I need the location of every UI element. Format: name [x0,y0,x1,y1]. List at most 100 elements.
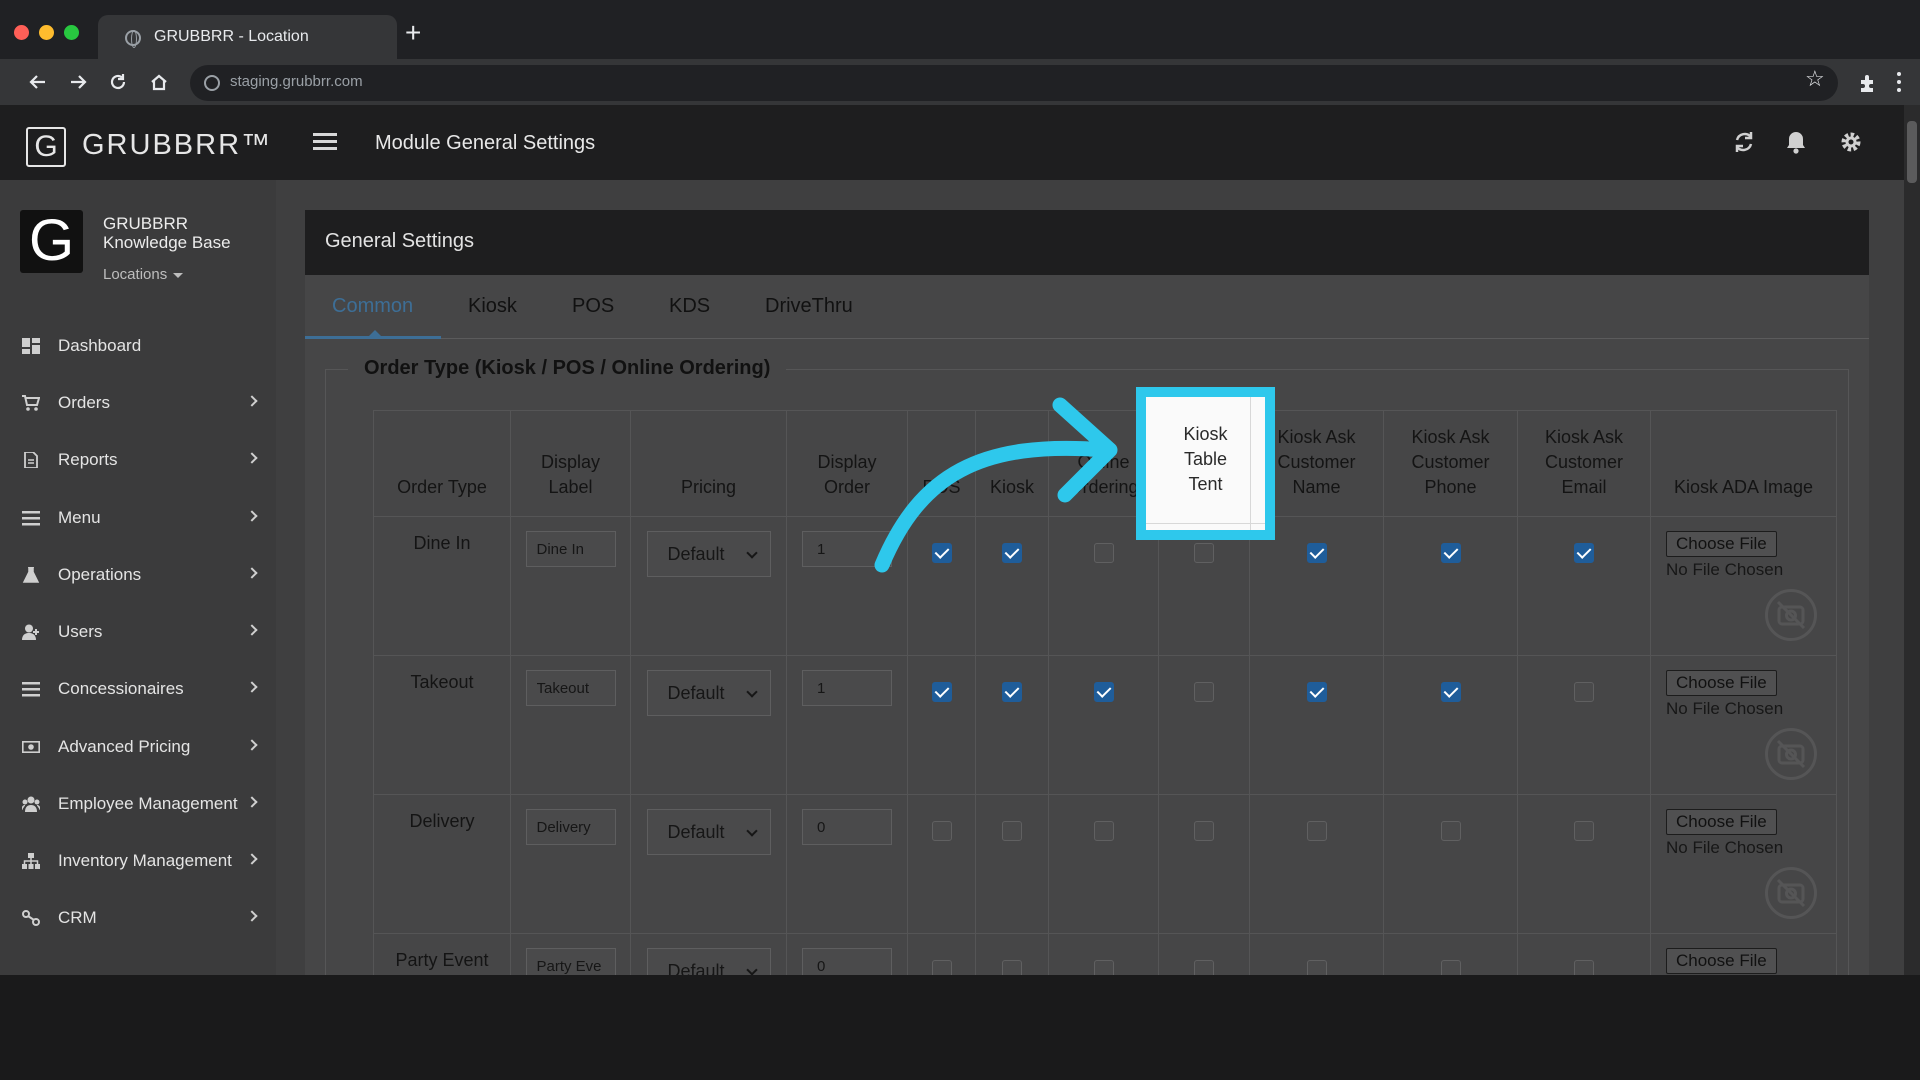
choose-file-button[interactable]: Choose File [1666,531,1777,557]
ask-name-checkbox[interactable] [1306,821,1327,841]
chevron-down-icon [745,547,758,559]
sitemap-icon [22,853,40,869]
arrow-right-icon [71,75,87,89]
pricing-select[interactable]: Default [646,809,771,855]
minimize-window-button[interactable] [39,25,54,40]
address-bar[interactable]: staging.grubbrr.com [190,65,1838,101]
table-tent-checkbox[interactable] [1194,682,1214,702]
maximize-window-button[interactable] [64,25,79,40]
user-add-icon [22,624,39,640]
cell-kiosk [975,794,1049,934]
ask-name-checkbox[interactable] [1306,682,1327,702]
page-title: Module General Settings [375,132,596,154]
sidebar-item-inventory-management[interactable]: Inventory Management [0,841,276,881]
sidebar-item-operations[interactable]: Operations [0,555,276,595]
tab-drivethru[interactable]: DriveThru [765,295,853,318]
display-label-input[interactable] [525,531,616,567]
browser-tab[interactable]: GRUBBRR - Location [98,15,397,59]
display-order-input[interactable] [802,809,892,845]
money-icon [22,740,40,753]
sidebar-item-concessionaires[interactable]: Concessionaires [0,669,276,709]
col-label: Label [548,477,593,497]
tab-pos[interactable]: POS [572,295,614,318]
ask-email-checkbox[interactable] [1574,821,1594,841]
cell-kiosk [975,655,1049,795]
cell-display-label [510,794,631,934]
pricing-value: Default [667,822,725,842]
home-button[interactable] [141,62,177,102]
chevron-right-icon [246,567,258,579]
cell-online [1048,655,1159,795]
tab-kiosk[interactable]: Kiosk [468,295,517,318]
sidebar-item-label: Employee Management [58,794,238,813]
ask-phone-checkbox[interactable] [1440,682,1461,702]
display-order-input[interactable] [802,670,892,706]
pricing-select[interactable]: Default [646,670,771,716]
ask-phone-checkbox[interactable] [1440,543,1461,563]
tab-title: GRUBBRR - Location [154,28,309,45]
chevron-right-icon [246,853,258,865]
choose-file-button[interactable]: Choose File [1666,809,1777,835]
sidebar-item-crm[interactable]: CRM [0,898,276,938]
online-checkbox[interactable] [1093,682,1114,702]
display-label-input[interactable] [525,670,616,706]
gear-icon[interactable] [1838,128,1864,156]
sidebar-item-advanced-pricing[interactable]: Advanced Pricing [0,727,276,767]
sidebar-item-menu[interactable]: Menu [0,498,276,538]
kiosk-checkbox[interactable] [1002,682,1022,702]
bell-icon[interactable] [1783,128,1809,156]
cell-order-type: Takeout [373,655,511,795]
site-info-icon[interactable] [204,75,220,91]
sidebar-item-employee-management[interactable]: Employee Management [0,784,276,824]
table-row: Delivery Default Choose File No File Chosen [373,794,1837,934]
new-tab-button[interactable]: + [405,19,421,47]
tab-common[interactable]: Common [332,295,413,318]
users-icon [22,796,40,812]
choose-file-button[interactable]: Choose File [1666,670,1777,696]
online-checkbox[interactable] [1093,821,1114,841]
cell-ask-phone [1383,794,1518,934]
sidebar-item-label: Operations [58,565,142,584]
no-file-text: No File Chosen [1666,699,1784,718]
screen: GRUBBRR - Location + staging.grubbrr.com… [0,0,1920,1080]
url-text: staging.grubbrr.com [230,73,363,90]
sidebar-item-label: Advanced Pricing [58,737,191,756]
tab-kds[interactable]: KDS [669,295,710,318]
order-type-name: Takeout [410,672,474,692]
sidebar-item-label: Concessionaires [58,679,184,698]
pos-checkbox[interactable] [931,682,952,702]
vertical-scrollbar[interactable] [1904,105,1920,975]
kiosk-checkbox[interactable] [1002,821,1022,841]
ask-name-checkbox[interactable] [1306,543,1327,563]
sidebar-item-reports[interactable]: Reports [0,440,276,480]
close-window-button[interactable] [14,25,29,40]
extensions-puzzle-icon[interactable] [1857,72,1879,94]
cell-ask-name [1249,794,1384,934]
locations-dropdown[interactable]: Locations [103,266,184,283]
bookmark-star-icon[interactable]: ☆ [1805,66,1825,92]
locations-label: Locations [103,266,168,283]
ask-email-checkbox[interactable] [1574,543,1594,563]
sidebar-item-users[interactable]: Users [0,612,276,652]
reload-button[interactable] [100,62,136,102]
forward-button[interactable] [60,62,96,102]
display-label-input[interactable] [525,809,616,845]
cart-icon [22,395,40,411]
ask-email-checkbox[interactable] [1574,682,1594,702]
sidebar: G GRUBBRR Knowledge Base Locations Dashb… [0,180,276,975]
pricing-select[interactable]: Default [646,531,771,577]
table-tent-checkbox[interactable] [1194,821,1214,841]
choose-file-button[interactable]: Choose File [1666,948,1777,974]
refresh-icon[interactable] [1731,128,1757,156]
browser-menu-icon[interactable] [1896,72,1902,94]
sidebar-item-orders[interactable]: Orders [0,383,276,423]
ask-phone-checkbox[interactable] [1440,821,1461,841]
sidebar-item-dashboard[interactable]: Dashboard [0,326,276,366]
back-button[interactable] [20,62,56,102]
cell-ask-email [1517,794,1651,934]
cell-table-tent [1158,794,1250,934]
table-tent-checkbox[interactable] [1194,543,1214,563]
pos-checkbox[interactable] [931,821,952,841]
scrollbar-thumb[interactable] [1907,121,1917,183]
hamburger-menu-icon[interactable] [313,133,337,151]
